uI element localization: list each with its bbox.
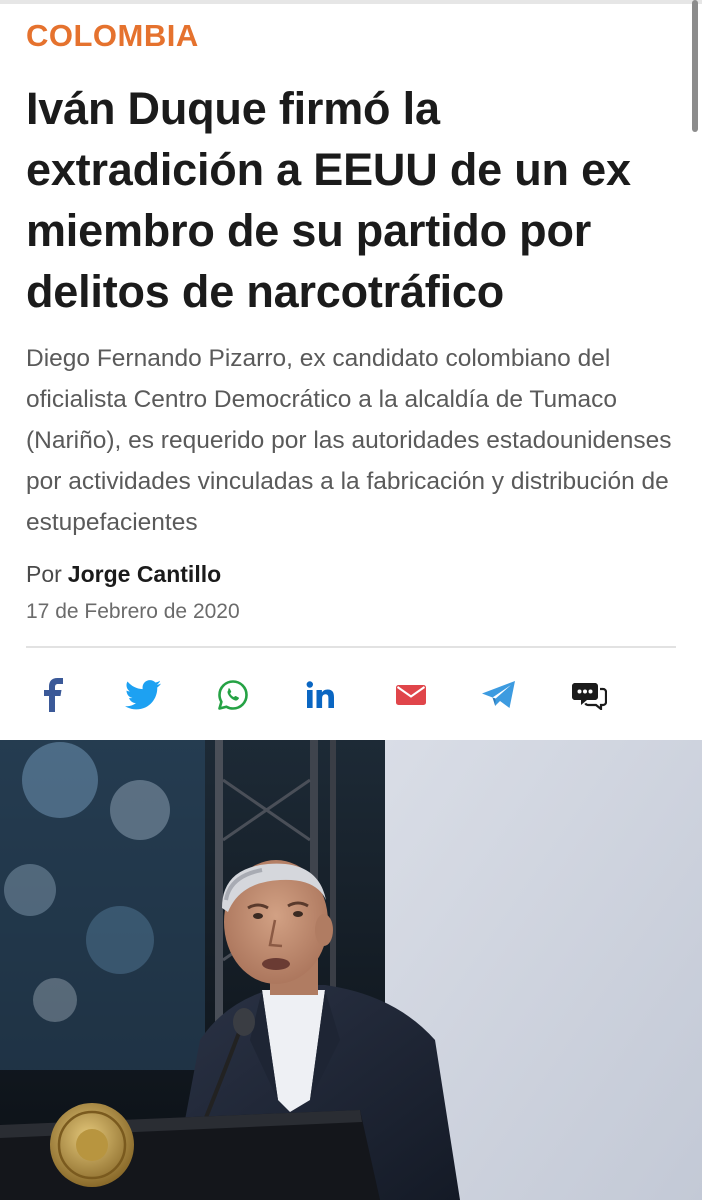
share-whatsapp-button[interactable]	[210, 672, 256, 718]
share-linkedin-button[interactable]	[299, 672, 345, 718]
share-facebook-button[interactable]	[31, 672, 77, 718]
byline-prefix: Por	[26, 561, 62, 587]
twitter-icon	[125, 680, 161, 710]
man-speaking-at-podium-photo	[0, 740, 702, 1200]
comments-button[interactable]	[566, 672, 612, 718]
share-email-button[interactable]	[388, 672, 434, 718]
hero-image[interactable]	[0, 740, 702, 1200]
linkedin-icon	[306, 681, 334, 708]
comments-icon	[572, 683, 607, 710]
share-twitter-button[interactable]	[120, 672, 166, 718]
publish-date: 17 de Febrero de 2020	[26, 600, 240, 623]
section-label[interactable]: COLOMBIA	[26, 16, 199, 56]
telegram-icon	[482, 681, 515, 708]
facebook-icon	[44, 678, 63, 712]
byline: Por Jorge Cantillo	[26, 558, 221, 590]
divider	[26, 646, 676, 648]
email-icon	[396, 685, 426, 705]
author-link[interactable]: Jorge Cantillo	[68, 561, 221, 587]
article-subheadline: Diego Fernando Pizarro, ex candidato col…	[26, 345, 672, 536]
scrollbar[interactable]	[692, 0, 698, 132]
whatsapp-icon	[218, 680, 248, 710]
article-headline: Iván Duque firmó la extradición a EEUU d…	[26, 83, 631, 317]
top-border	[0, 0, 702, 4]
share-bar	[0, 668, 702, 722]
share-telegram-button[interactable]	[476, 672, 522, 718]
